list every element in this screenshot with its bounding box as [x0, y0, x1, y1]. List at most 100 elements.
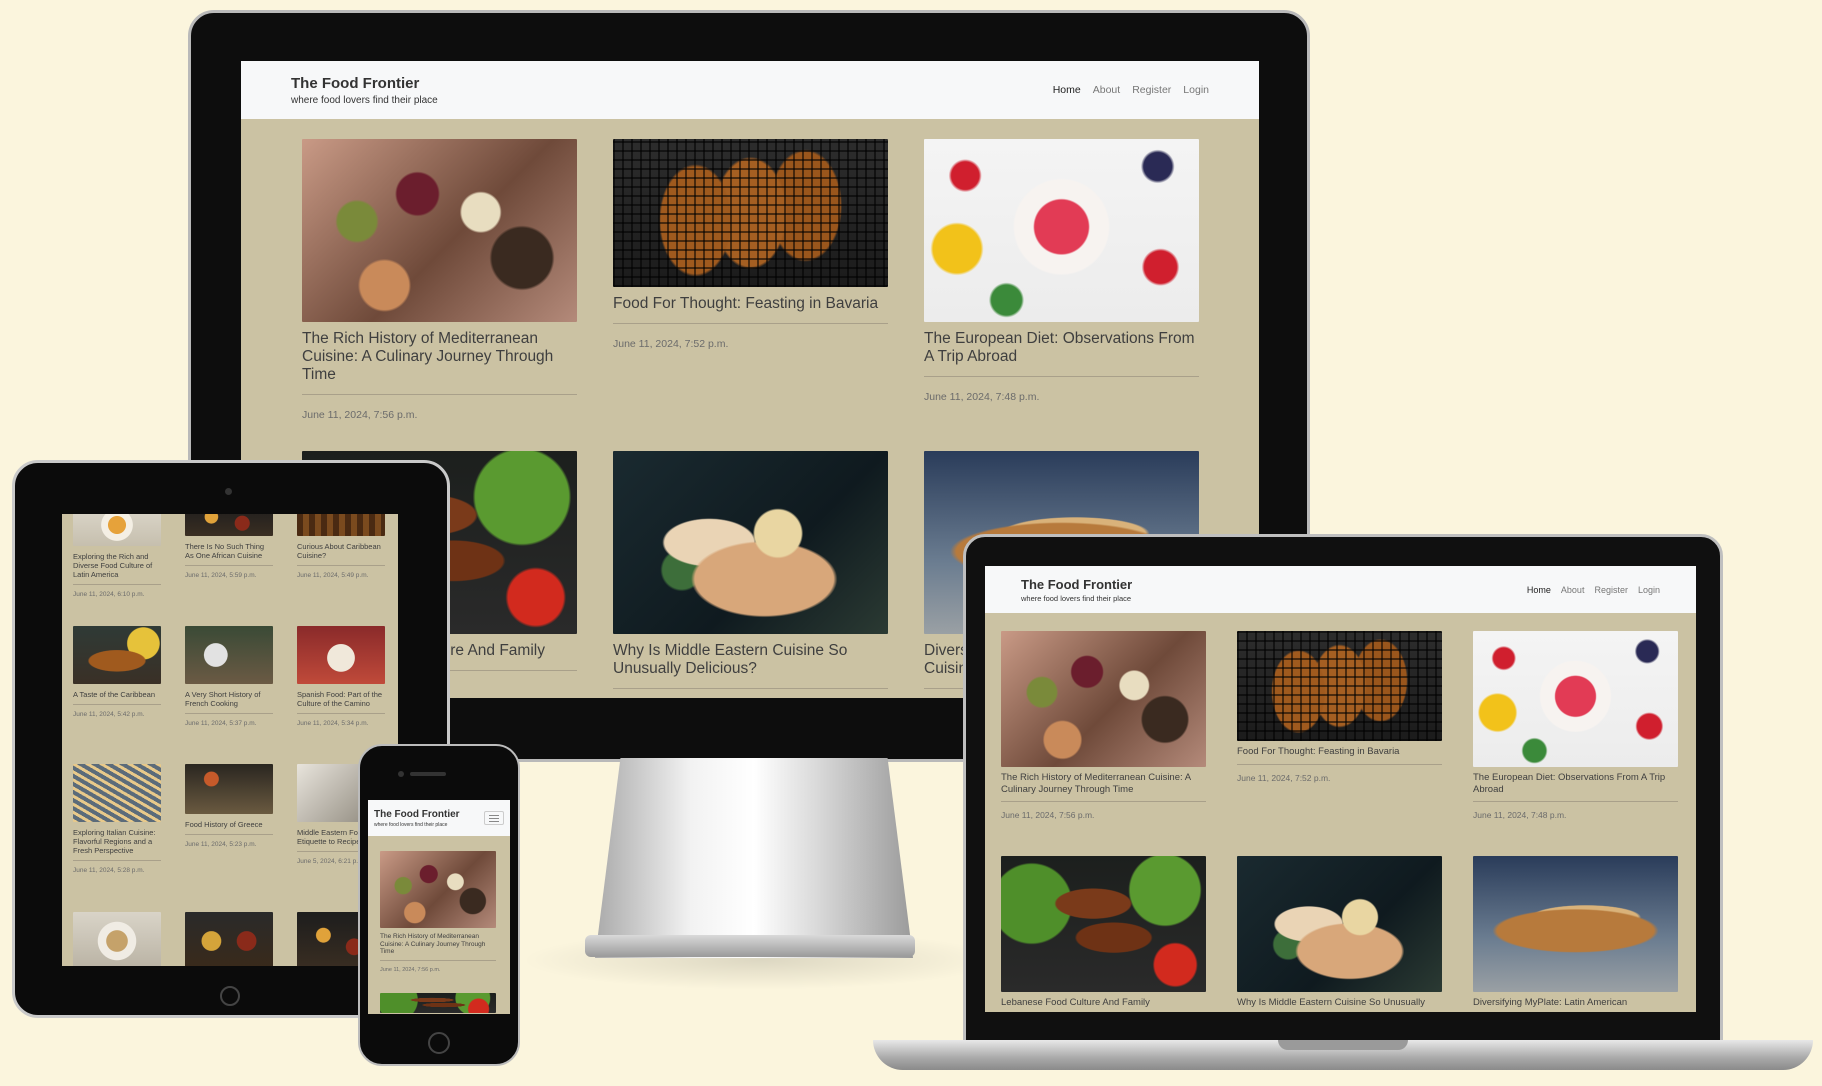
- nav-home[interactable]: Home: [1527, 585, 1551, 595]
- post-title[interactable]: A Very Short History of French Cooking: [185, 690, 273, 714]
- post-card[interactable]: [73, 912, 161, 966]
- tablet-home-button[interactable]: [220, 986, 240, 1006]
- post-title[interactable]: Exploring the Rich and Diverse Food Cult…: [73, 552, 161, 585]
- post-card[interactable]: Food For Thought: Feasting in Bavaria Ju…: [1237, 631, 1442, 783]
- post-date: June 11, 2024, 5:23 p.m.: [185, 841, 257, 848]
- post-card[interactable]: A Taste of the Caribbean June 11, 2024, …: [73, 626, 161, 718]
- post-image[interactable]: [1237, 856, 1442, 992]
- post-title[interactable]: Spanish Food: Part of the Culture of the…: [297, 690, 385, 714]
- navbar: The Food Frontier where food lovers find…: [368, 800, 510, 836]
- post-card[interactable]: Food History of Greece June 11, 2024, 5:…: [185, 764, 273, 848]
- site-title[interactable]: The Food Frontier: [291, 75, 438, 92]
- post-image[interactable]: [924, 139, 1199, 322]
- post-title[interactable]: Curious About Caribbean Cuisine?: [297, 542, 385, 566]
- post-image[interactable]: [1001, 856, 1206, 992]
- post-image[interactable]: [297, 626, 385, 684]
- post-image[interactable]: [73, 626, 161, 684]
- post-title[interactable]: Food For Thought: Feasting in Bavaria: [613, 295, 888, 324]
- post-card[interactable]: Why Is Middle Eastern Cuisine So Unusual…: [613, 451, 888, 689]
- post-title[interactable]: The Rich History of Mediterranean Cuisin…: [1001, 772, 1206, 802]
- post-image[interactable]: [380, 992, 496, 1013]
- brand[interactable]: The Food Frontier where food lovers find…: [291, 75, 438, 106]
- post-card[interactable]: Exploring Italian Cuisine: Flavorful Reg…: [73, 764, 161, 874]
- post-image[interactable]: [185, 764, 273, 814]
- laptop-notch: [1278, 1040, 1408, 1050]
- post-title[interactable]: The European Diet: Observations From A T…: [1473, 772, 1678, 802]
- post-image[interactable]: [1473, 856, 1678, 992]
- post-image[interactable]: [73, 912, 161, 966]
- post-image[interactable]: [302, 139, 577, 322]
- post-title[interactable]: Why Is Middle Eastern Cuisine So Unusual…: [1237, 997, 1442, 1012]
- post-card[interactable]: Diversifying MyPlate: Latin American: [1473, 856, 1678, 1012]
- nav-links: Home About Register Login: [1041, 84, 1209, 96]
- post-title[interactable]: Lebanese Food Culture And Family: [1001, 997, 1206, 1012]
- laptop-screen: The Food Frontier where food lovers find…: [985, 566, 1696, 1012]
- post-image[interactable]: [1473, 631, 1678, 767]
- post-date: June 11, 2024, 5:59 p.m.: [185, 572, 257, 579]
- post-date: June 11, 2024, 5:49 p.m.: [297, 572, 369, 579]
- post-card[interactable]: Food For Thought: Feasting in Bavaria Ju…: [613, 139, 888, 350]
- post-title[interactable]: A Taste of the Caribbean: [73, 690, 161, 705]
- post-card[interactable]: The Rich History of Mediterranean Cuisin…: [380, 851, 496, 1013]
- post-title[interactable]: Diversifying MyPlate: Latin American: [1473, 997, 1678, 1012]
- phone-screen: The Food Frontier where food lovers find…: [368, 800, 510, 1014]
- post-date: June 11, 2024, 7:52 p.m.: [1237, 772, 1331, 783]
- post-title[interactable]: There Is No Such Thing As One African Cu…: [185, 542, 273, 566]
- navbar: The Food Frontier where food lovers find…: [985, 566, 1696, 613]
- post-title[interactable]: Why Is Middle Eastern Cuisine So Unusual…: [613, 642, 888, 689]
- post-date: June 11, 2024, 5:37 p.m.: [185, 720, 257, 727]
- post-image[interactable]: [1001, 631, 1206, 767]
- phone-home-button[interactable]: [428, 1032, 450, 1054]
- post-card[interactable]: Exploring the Rich and Diverse Food Cult…: [73, 514, 161, 598]
- post-card[interactable]: Lebanese Food Culture And Family: [1001, 856, 1206, 1012]
- nav-register[interactable]: Register: [1132, 84, 1171, 96]
- post-image[interactable]: [185, 912, 273, 966]
- monitor-foot: [585, 935, 915, 957]
- post-image[interactable]: [185, 514, 273, 536]
- nav-about[interactable]: About: [1093, 84, 1120, 96]
- post-image[interactable]: [613, 451, 888, 634]
- post-card[interactable]: There Is No Such Thing As One African Cu…: [185, 514, 273, 579]
- post-title[interactable]: The Rich History of Mediterranean Cuisin…: [302, 330, 577, 395]
- post-card[interactable]: The Rich History of Mediterranean Cuisin…: [302, 139, 577, 421]
- post-image[interactable]: [297, 514, 385, 536]
- post-card[interactable]: Spanish Food: Part of the Culture of the…: [297, 626, 385, 727]
- nav-login[interactable]: Login: [1183, 84, 1209, 96]
- post-title[interactable]: The Rich History of Mediterranean Cuisin…: [380, 933, 496, 961]
- post-image[interactable]: [185, 626, 273, 684]
- site-tagline: where food lovers find their place: [1021, 593, 1132, 603]
- navbar: The Food Frontier where food lovers find…: [241, 61, 1259, 119]
- post-card[interactable]: [185, 912, 273, 966]
- post-image[interactable]: [73, 514, 161, 546]
- site-title[interactable]: The Food Frontier: [374, 809, 460, 820]
- phone-speaker: [410, 772, 446, 776]
- post-date: June 11, 2024, 7:56 p.m.: [380, 966, 441, 973]
- menu-toggle-button[interactable]: [484, 811, 504, 825]
- post-image[interactable]: [73, 764, 161, 822]
- post-title[interactable]: Food History of Greece: [185, 820, 273, 835]
- hamburger-icon: [489, 817, 499, 819]
- brand[interactable]: The Food Frontier where food lovers find…: [374, 809, 460, 828]
- brand[interactable]: The Food Frontier where food lovers find…: [1021, 577, 1132, 603]
- post-card[interactable]: A Very Short History of French Cooking J…: [185, 626, 273, 727]
- nav-home[interactable]: Home: [1053, 84, 1081, 96]
- post-card[interactable]: Why Is Middle Eastern Cuisine So Unusual…: [1237, 856, 1442, 1012]
- post-image[interactable]: [380, 851, 496, 928]
- post-date: June 11, 2024, 7:56 p.m.: [1001, 810, 1095, 820]
- post-image[interactable]: [1237, 631, 1442, 741]
- post-card[interactable]: Curious About Caribbean Cuisine? June 11…: [297, 514, 385, 579]
- post-title[interactable]: The European Diet: Observations From A T…: [924, 330, 1199, 377]
- site-title[interactable]: The Food Frontier: [1021, 577, 1132, 592]
- tablet-post-grid: Exploring the Rich and Diverse Food Cult…: [73, 514, 385, 966]
- post-card[interactable]: The European Diet: Observations From A T…: [1473, 631, 1678, 820]
- post-image[interactable]: [613, 139, 888, 287]
- post-title[interactable]: Exploring Italian Cuisine: Flavorful Reg…: [73, 828, 161, 861]
- nav-about[interactable]: About: [1561, 585, 1585, 595]
- post-date: June 11, 2024, 5:42 p.m.: [73, 711, 145, 718]
- monitor-stand: [595, 758, 913, 958]
- nav-register[interactable]: Register: [1594, 585, 1628, 595]
- nav-login[interactable]: Login: [1638, 585, 1660, 595]
- post-card[interactable]: The Rich History of Mediterranean Cuisin…: [1001, 631, 1206, 820]
- post-title[interactable]: Food For Thought: Feasting in Bavaria: [1237, 746, 1442, 765]
- post-card[interactable]: The European Diet: Observations From A T…: [924, 139, 1199, 403]
